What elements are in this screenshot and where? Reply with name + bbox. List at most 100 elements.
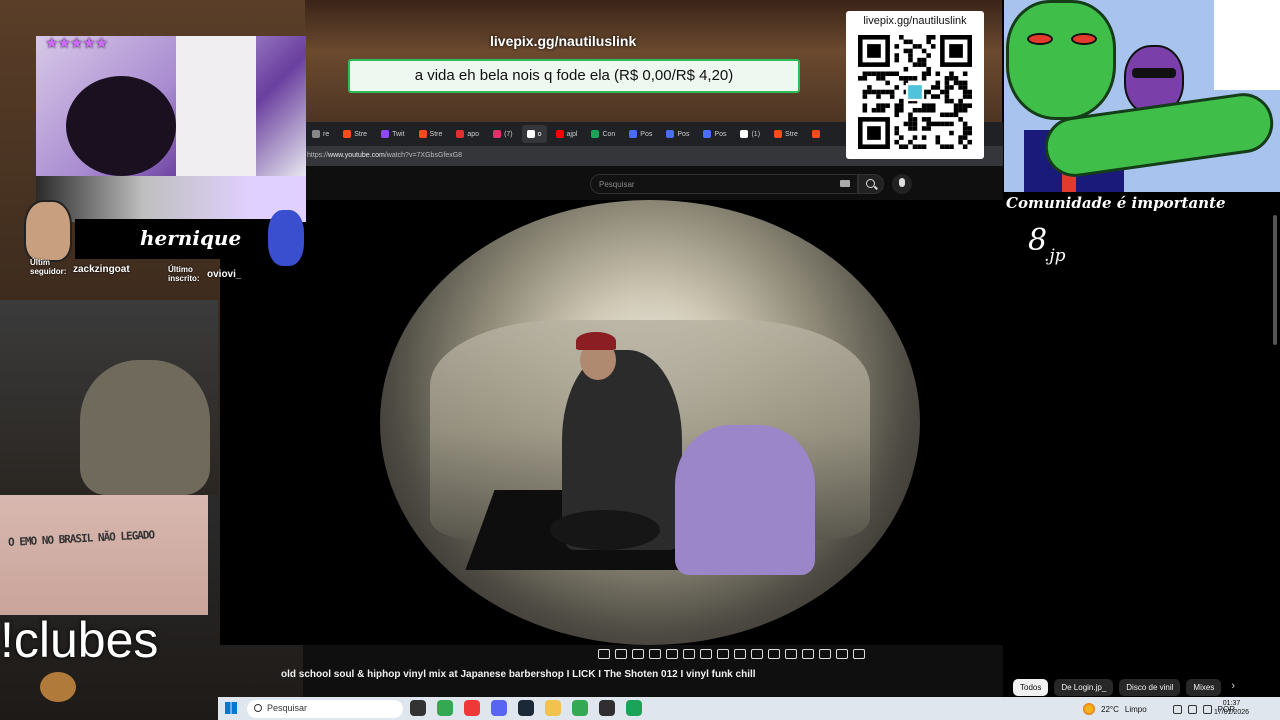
- browser-tab[interactable]: Stre: [414, 125, 448, 143]
- windows-start-icon[interactable]: [225, 702, 237, 714]
- subtitle-icon[interactable]: [666, 649, 678, 659]
- browser-tab[interactable]: Pos: [698, 125, 731, 143]
- tab-label: Pos: [640, 130, 653, 138]
- last-sub-label-line-2: inscrito:: [168, 274, 200, 283]
- stop-icon[interactable]: [615, 649, 627, 659]
- chip-vinyl[interactable]: Disco de vinil: [1119, 679, 1181, 696]
- tab-label: Pos: [714, 130, 727, 138]
- browser-tab[interactable]: o: [521, 125, 547, 143]
- tab-favicon-icon: [703, 130, 712, 138]
- chrome-icon[interactable]: [437, 700, 453, 716]
- browser-tab[interactable]: Twit: [376, 125, 409, 143]
- chip-all[interactable]: Todos: [1013, 679, 1049, 696]
- youtube-search-button[interactable]: [858, 174, 884, 194]
- search-icon: [866, 179, 875, 188]
- panel-icon[interactable]: [819, 649, 831, 659]
- browser-tab[interactable]: (1): [735, 125, 765, 143]
- browser-tab[interactable]: [807, 125, 828, 143]
- clock-date: 17/01/2026: [1214, 709, 1250, 716]
- taskbar-search-placeholder: Pesquisar: [267, 703, 308, 713]
- tab-label: Pos: [677, 130, 690, 138]
- obs-icon[interactable]: [599, 700, 615, 716]
- tab-favicon-icon: [418, 130, 427, 138]
- microphone-icon: [899, 178, 905, 187]
- browser-window: re Stre Twit Stre apo (7) o ajpl Con Pos Pos Pos (1)…: [220, 122, 1235, 697]
- chevron-up-icon[interactable]: [1172, 704, 1182, 714]
- streamer-name: hernique: [140, 226, 242, 250]
- tab-favicon-icon: [456, 130, 465, 138]
- discord-icon[interactable]: [491, 700, 507, 716]
- browser-tab[interactable]: re: [307, 125, 334, 143]
- audio-icon[interactable]: [632, 649, 644, 659]
- youtube-header: Pesquisar: [303, 166, 1003, 200]
- code-icon[interactable]: [836, 649, 848, 659]
- hooded-figure: [80, 360, 210, 495]
- browser-tab[interactable]: Pos: [661, 125, 694, 143]
- tab-favicon-icon: [811, 130, 820, 138]
- rows-icon[interactable]: [785, 649, 797, 659]
- tab-favicon-icon: [629, 130, 638, 138]
- video-title[interactable]: old school soul & hiphop vinyl mix at Ja…: [281, 669, 981, 680]
- edit-icon[interactable]: [734, 649, 746, 659]
- volume-icon[interactable]: [1187, 704, 1197, 714]
- dj-cap: [576, 332, 616, 350]
- tab-label: Con: [602, 130, 616, 138]
- tab-favicon-icon: [343, 130, 352, 138]
- avatar-right: [268, 210, 304, 266]
- recommendation-chips: Todos De Login.jp_ Disco de vinil Mixes …: [1013, 679, 1239, 696]
- tab-favicon-icon: [555, 130, 564, 138]
- browser-tab[interactable]: Con: [586, 125, 620, 143]
- browser-tab[interactable]: apo: [451, 125, 484, 143]
- chat-command-text: !clubes: [0, 612, 159, 668]
- webcam-strip: [36, 176, 306, 222]
- keyboard-icon[interactable]: [840, 180, 850, 187]
- cartoon-white-corner: [1214, 0, 1280, 90]
- browser-tab[interactable]: Stre: [338, 125, 372, 143]
- weather-temp[interactable]: 22°C: [1101, 705, 1119, 714]
- url-host: www.youtube.com: [328, 152, 385, 159]
- taskbar-search-input[interactable]: Pesquisar: [247, 700, 403, 718]
- spreadsheet-icon[interactable]: [626, 700, 642, 716]
- steam-icon[interactable]: [518, 700, 534, 716]
- speed-icon[interactable]: [717, 649, 729, 659]
- screenshot-icon[interactable]: [683, 649, 695, 659]
- bookmark-icon[interactable]: [751, 649, 763, 659]
- browser-tab[interactable]: ajpl: [551, 125, 583, 143]
- settings-icon[interactable]: [853, 649, 865, 659]
- shuffle-icon[interactable]: [598, 649, 610, 659]
- browser-tab[interactable]: Stre: [769, 125, 803, 143]
- weather-icon[interactable]: [1083, 703, 1095, 715]
- last-sub-label: Último inscrito:: [168, 265, 200, 283]
- network-icon[interactable]: [1202, 704, 1212, 714]
- video-player[interactable]: [220, 200, 1003, 645]
- tab-favicon-icon: [666, 130, 675, 138]
- tab-favicon-icon: [774, 130, 783, 138]
- chip-channel[interactable]: De Login.jp_: [1054, 679, 1114, 696]
- tab-label: Stre: [354, 130, 368, 138]
- clock[interactable]: 01:37 17/01/2026: [1214, 699, 1249, 717]
- browser-tab[interactable]: Pos: [624, 125, 657, 143]
- page-scrollbar[interactable]: [1273, 215, 1277, 345]
- camera-icon[interactable]: [802, 649, 814, 659]
- voice-search-button[interactable]: [892, 174, 912, 194]
- chevron-right-icon[interactable]: ›: [1227, 679, 1239, 696]
- url-path: /watch?v=7XGbsGfexG8: [384, 152, 463, 159]
- youtube-search-input[interactable]: Pesquisar: [590, 174, 858, 194]
- chrome-2-icon[interactable]: [572, 700, 588, 716]
- tab-label: ajpl: [566, 130, 578, 138]
- weather-text[interactable]: Limpo: [1125, 705, 1147, 714]
- loop-icon[interactable]: [700, 649, 712, 659]
- columns-icon[interactable]: [768, 649, 780, 659]
- last-follower-name: zackzingoat: [73, 264, 130, 275]
- chip-mixes[interactable]: Mixes: [1186, 679, 1222, 696]
- vivaldi-icon[interactable]: [464, 700, 480, 716]
- task-view-icon[interactable]: [410, 700, 426, 716]
- pip-icon[interactable]: [649, 649, 661, 659]
- explorer-icon[interactable]: [545, 700, 561, 716]
- turntable: [550, 510, 660, 550]
- search-icon: [254, 704, 262, 712]
- browser-tab[interactable]: (7): [488, 125, 518, 143]
- graffiti-wall-photo: [0, 495, 208, 615]
- qr-code-icon: [858, 35, 972, 149]
- jp-logo: 8 .jp: [1028, 226, 1066, 267]
